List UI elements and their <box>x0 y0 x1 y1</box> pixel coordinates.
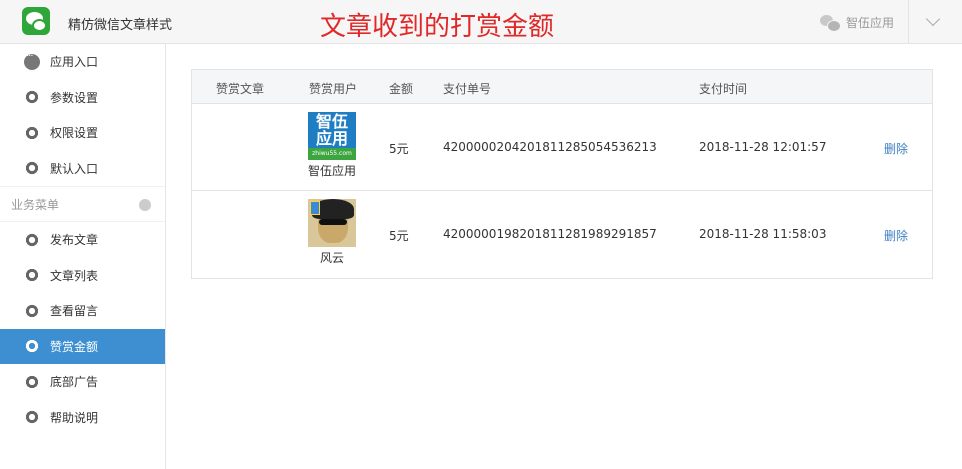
top-header: 精仿微信文章样式 文章收到的打赏金额 智伍应用 <box>0 0 962 44</box>
cell-amount: 5元 <box>389 229 409 243</box>
cell-order-no: 4200000204201811285054536213 <box>443 140 657 154</box>
gear-icon <box>24 267 40 283</box>
sidebar-item-label: 文章列表 <box>50 268 99 283</box>
page-banner: 文章收到的打赏金额 <box>320 12 555 42</box>
app-logo-icon[interactable] <box>22 7 50 35</box>
table-header: 赞赏文章 赞赏用户 金额 支付单号 支付时间 <box>192 70 932 104</box>
sidebar-item-help[interactable]: 帮助说明 <box>0 400 165 436</box>
sidebar-item-bottom-ad[interactable]: 底部广告 <box>0 364 165 400</box>
header-divider <box>908 0 909 44</box>
sidebar-item-params[interactable]: 参数设置 <box>0 80 165 116</box>
chevron-down-icon[interactable] <box>925 11 941 27</box>
sidebar-item-label: 默认入口 <box>50 161 99 176</box>
table-row: 风云 5元 4200000198201811281989291857 2018-… <box>192 191 932 278</box>
user-name: 智伍应用 <box>307 164 356 178</box>
app-title: 精仿微信文章样式 <box>68 18 173 33</box>
sidebar-item-label: 底部广告 <box>50 375 99 390</box>
sidebar-item-permissions[interactable]: 权限设置 <box>0 115 165 151</box>
gear-icon <box>24 374 40 390</box>
sidebar-item-label: 参数设置 <box>50 90 99 105</box>
sidebar-item-label: 帮助说明 <box>50 410 99 425</box>
avatar-logo-text: 智伍 应用 <box>308 112 356 148</box>
section-label: 业务菜单 <box>11 197 60 212</box>
user-name: 风云 <box>319 251 344 265</box>
cell-user: 风云 <box>298 199 366 266</box>
delete-link[interactable]: 删除 <box>884 227 908 244</box>
gear-icon <box>24 303 40 319</box>
gear-icon <box>24 160 40 176</box>
gear-icon <box>24 89 40 105</box>
user-menu[interactable]: 智伍应用 <box>820 14 895 32</box>
sidebar-item-label: 应用入口 <box>50 55 99 70</box>
avatar-glasses <box>319 219 347 225</box>
chat-icon <box>24 51 40 70</box>
cell-time: 2018-11-28 11:58:03 <box>699 227 827 241</box>
sidebar-item-label: 发布文章 <box>50 233 99 248</box>
sidebar-item-app-entry[interactable]: 应用入口 <box>0 44 165 80</box>
sidebar-item-label: 查看留言 <box>50 304 99 319</box>
sidebar-item-tip-amount[interactable]: 赞赏金额 <box>0 328 165 364</box>
user-name: 智伍应用 <box>846 16 895 30</box>
sidebar-item-view-comments[interactable]: 查看留言 <box>0 293 165 329</box>
sidebar-item-label: 赞赏金额 <box>50 339 99 354</box>
user-avatar <box>308 199 356 247</box>
sidebar-section-business[interactable]: 业务菜单 <box>0 186 165 222</box>
collapse-dot-icon[interactable] <box>139 199 151 211</box>
sidebar-item-default-entry[interactable]: 默认入口 <box>0 151 165 187</box>
gear-icon <box>24 409 40 425</box>
delete-link[interactable]: 删除 <box>884 140 908 157</box>
column-header-time: 支付时间 <box>699 82 748 96</box>
gear-icon <box>24 338 40 354</box>
sidebar-item-publish-article[interactable]: 发布文章 <box>0 222 165 258</box>
tips-table: 赞赏文章 赞赏用户 金额 支付单号 支付时间 智伍 应用 zhiwu55.com… <box>191 69 933 279</box>
cell-amount: 5元 <box>389 142 409 156</box>
sidebar-item-label: 权限设置 <box>50 126 99 141</box>
avatar-logo-url: zhiwu55.com <box>308 148 356 160</box>
column-header-article: 赞赏文章 <box>216 82 265 96</box>
column-header-user: 赞赏用户 <box>309 82 358 96</box>
sidebar: 应用入口 参数设置 权限设置 默认入口 业务菜单 发布文章 文章列表 查看留言 … <box>0 44 166 469</box>
cell-user: 智伍 应用 zhiwu55.com 智伍应用 <box>298 112 366 179</box>
table-row: 智伍 应用 zhiwu55.com 智伍应用 5元 42000002042018… <box>192 104 932 191</box>
sidebar-item-article-list[interactable]: 文章列表 <box>0 258 165 294</box>
cell-order-no: 4200000198201811281989291857 <box>443 227 657 241</box>
avatar-badge-icon <box>310 201 320 215</box>
cell-time: 2018-11-28 12:01:57 <box>699 140 827 154</box>
gear-icon <box>24 125 40 141</box>
column-header-amount: 金额 <box>389 82 414 96</box>
gear-icon <box>24 232 40 248</box>
wechat-icon <box>820 14 841 32</box>
column-header-order-no: 支付单号 <box>443 82 492 96</box>
user-avatar: 智伍 应用 zhiwu55.com <box>308 112 356 160</box>
